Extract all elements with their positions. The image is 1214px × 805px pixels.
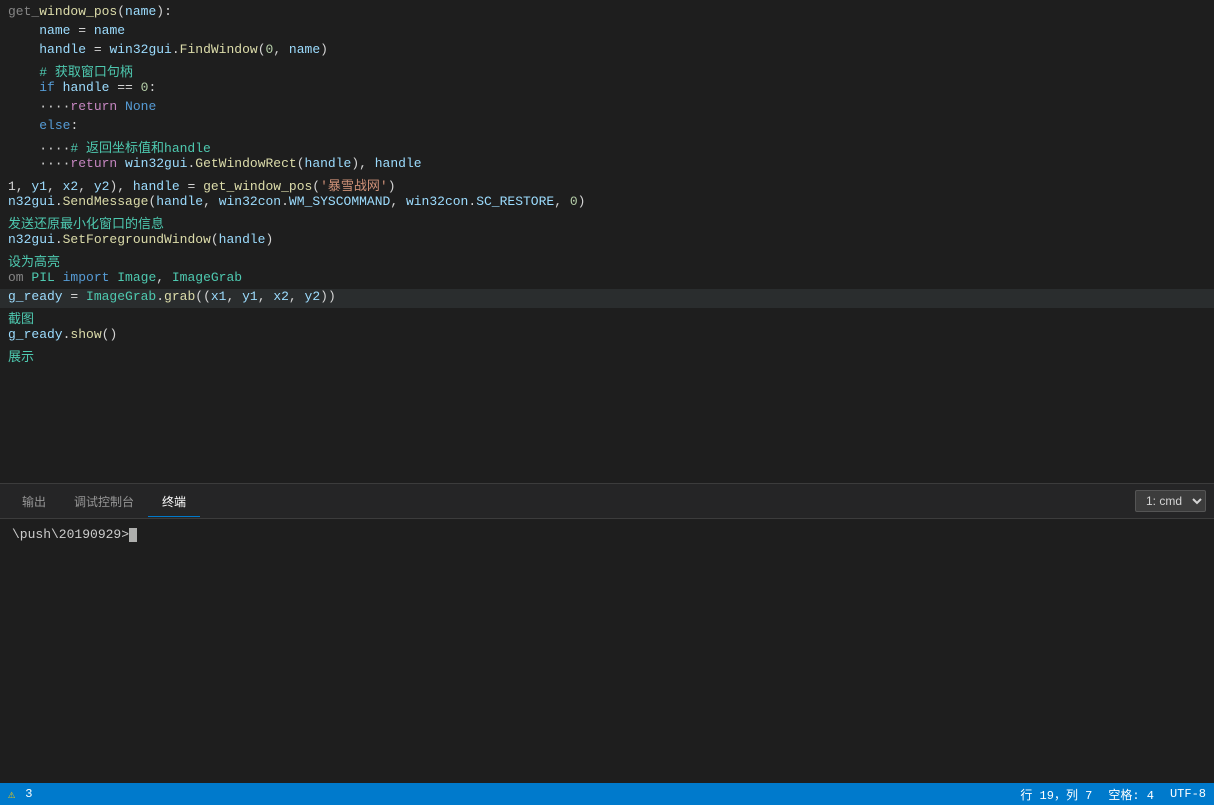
code-line-17: 截图 bbox=[0, 308, 1214, 327]
code-line-1: get_window_pos(name): bbox=[0, 4, 1214, 23]
code-line-4: # 获取窗口句柄 bbox=[0, 61, 1214, 80]
cursor-position[interactable]: 行 19，列 7 bbox=[1020, 786, 1092, 803]
code-line-5: if handle == 0: bbox=[0, 80, 1214, 99]
terminal-prompt: \push\20190929> bbox=[12, 527, 1202, 542]
tab-debug-console[interactable]: 调试控制台 bbox=[60, 487, 148, 517]
code-line-9: ····return win32gui.GetWindowRect(handle… bbox=[0, 156, 1214, 175]
code-line-6: ····return None bbox=[0, 99, 1214, 118]
code-line-19: 展示 bbox=[0, 346, 1214, 365]
panel-tabs: 输出 调试控制台 终端 1: cmd bbox=[0, 484, 1214, 519]
status-bar: ⚠ 3 行 19，列 7 空格: 4 UTF-8 bbox=[0, 783, 1214, 805]
code-line-2: name = name bbox=[0, 23, 1214, 42]
status-left: ⚠ 3 bbox=[8, 787, 32, 802]
terminal-content[interactable]: \push\20190929> bbox=[0, 519, 1214, 783]
tab-terminal[interactable]: 终端 bbox=[148, 487, 200, 517]
status-right: 行 19，列 7 空格: 4 UTF-8 bbox=[1020, 786, 1206, 803]
terminal-cursor bbox=[129, 528, 137, 542]
panel-tab-right: 1: cmd bbox=[1135, 490, 1206, 512]
code-line-10: 1, y1, x2, y2), handle = get_window_pos(… bbox=[0, 175, 1214, 194]
spaces-info[interactable]: 空格: 4 bbox=[1108, 786, 1154, 803]
code-editor[interactable]: get_window_pos(name): name = name handle… bbox=[0, 0, 1214, 483]
code-line-14: 设为高亮 bbox=[0, 251, 1214, 270]
warning-count[interactable]: 3 bbox=[25, 787, 32, 801]
terminal-path: \push\20190929> bbox=[12, 527, 129, 542]
code-line-7: else: bbox=[0, 118, 1214, 137]
code-line-13: n32gui.SetForegroundWindow(handle) bbox=[0, 232, 1214, 251]
tab-output[interactable]: 输出 bbox=[8, 487, 60, 517]
warning-icon: ⚠ bbox=[8, 787, 15, 802]
code-line-12: 发送还原最小化窗口的信息 bbox=[0, 213, 1214, 232]
terminal-select[interactable]: 1: cmd bbox=[1135, 490, 1206, 512]
encoding[interactable]: UTF-8 bbox=[1170, 787, 1206, 801]
code-line-15: om PIL import Image, ImageGrab bbox=[0, 270, 1214, 289]
bottom-panel: 输出 调试控制台 终端 1: cmd \push\20190929> bbox=[0, 483, 1214, 783]
code-line-18: g_ready.show() bbox=[0, 327, 1214, 346]
code-line-11: n32gui.SendMessage(handle, win32con.WM_S… bbox=[0, 194, 1214, 213]
code-line-8: ····# 返回坐标值和handle bbox=[0, 137, 1214, 156]
code-line-16: g_ready = ImageGrab.grab((x1, y1, x2, y2… bbox=[0, 289, 1214, 308]
code-line-3: handle = win32gui.FindWindow(0, name) bbox=[0, 42, 1214, 61]
